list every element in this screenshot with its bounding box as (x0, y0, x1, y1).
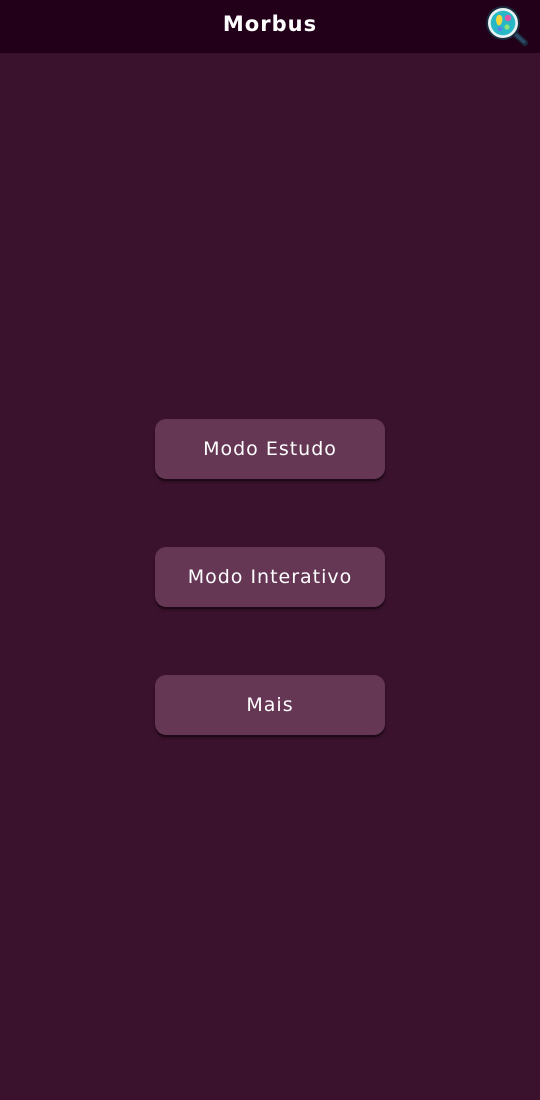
more-button[interactable]: Mais (155, 675, 385, 735)
interactive-mode-button[interactable]: Modo Interativo (155, 547, 385, 607)
magnifier-virus-icon[interactable] (485, 5, 529, 47)
app-screen: Morbus Modo Estudo Modo Interativo Mais (0, 0, 540, 1100)
top-app-bar: Morbus (0, 0, 540, 53)
main-menu: Modo Estudo Modo Interativo Mais (155, 419, 385, 735)
app-title: Morbus (222, 12, 318, 36)
study-mode-button[interactable]: Modo Estudo (155, 419, 385, 479)
